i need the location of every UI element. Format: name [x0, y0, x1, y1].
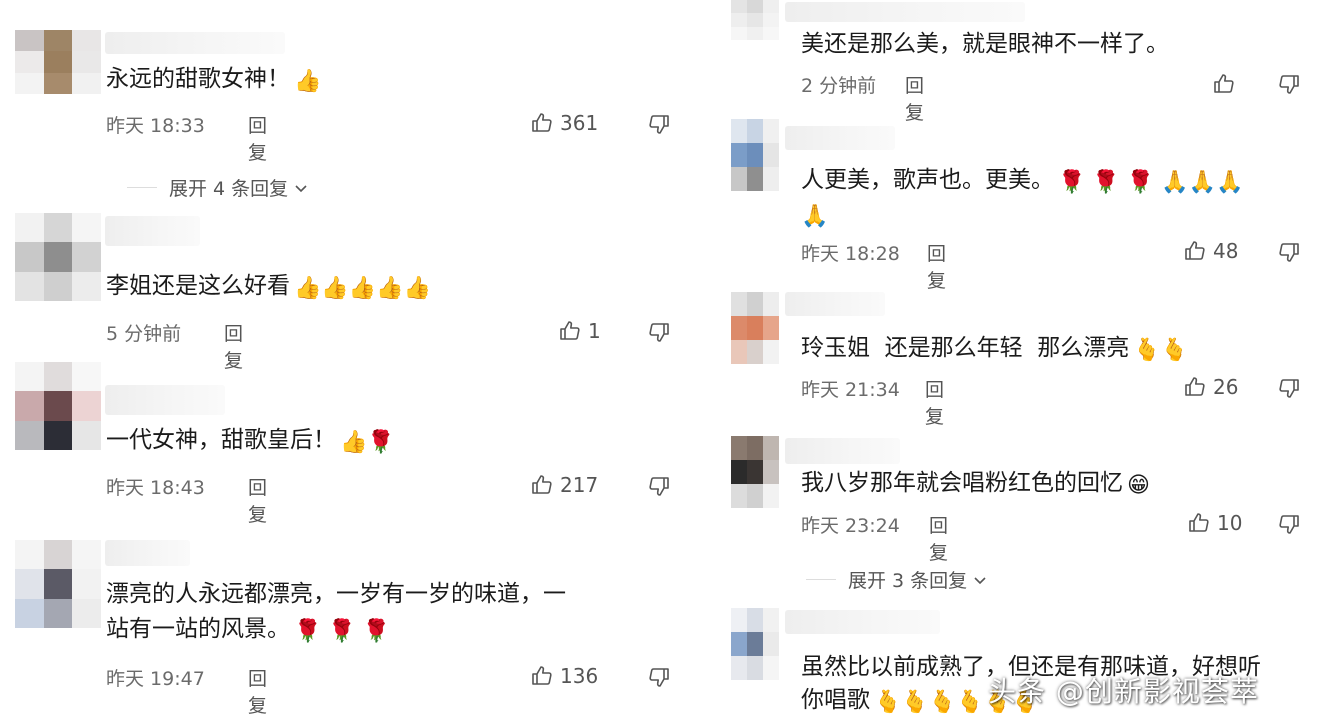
- thumb-up-icon: [1185, 241, 1205, 260]
- comment-time: 昨天 23:24: [801, 515, 900, 537]
- thumb-down-icon[interactable]: [647, 112, 671, 136]
- prayer-emoji: 🙏: [801, 204, 829, 229]
- username-blurred[interactable]: [785, 2, 1025, 22]
- comment-text: 我八岁那年就会唱粉红色的回忆 😁: [801, 465, 1150, 504]
- rose-emoji: 🌹 🌹 🌹: [294, 619, 391, 644]
- comment-text: 人更美，歌声也。更美。 🌹 🌹 🌹 🙏🙏🙏: [801, 162, 1243, 201]
- avatar[interactable]: [731, 608, 779, 680]
- avatar[interactable]: [731, 0, 779, 40]
- like-button[interactable]: 26: [1183, 375, 1238, 399]
- like-button[interactable]: 1: [558, 319, 601, 343]
- like-count: 1: [588, 319, 601, 343]
- comment-time: 昨天 18:33: [106, 115, 205, 137]
- thumb-up-icon: [560, 321, 580, 340]
- avatar[interactable]: [15, 540, 101, 628]
- reply-button[interactable]: 回复: [905, 71, 924, 125]
- reply-button[interactable]: 回复: [248, 111, 267, 165]
- like-button[interactable]: 361: [530, 111, 598, 135]
- username-blurred[interactable]: [785, 438, 900, 464]
- comment-text: 一代女神，甜歌皇后！ 👍🌹: [106, 422, 395, 461]
- reply-button[interactable]: 回复: [248, 664, 267, 718]
- avatar[interactable]: [731, 119, 779, 191]
- thumb-up-icon: [532, 666, 552, 685]
- grin-emoji: 😁: [1127, 473, 1150, 498]
- comment-time: 昨天 19:47: [106, 668, 205, 690]
- like-button[interactable]: 217: [530, 473, 598, 497]
- comment-time: 昨天 18:28: [801, 243, 900, 265]
- username-blurred[interactable]: [105, 32, 285, 54]
- reply-button[interactable]: 回复: [925, 375, 944, 429]
- reply-button[interactable]: 回复: [224, 319, 243, 373]
- comment-text: 李姐还是这么好看 👍👍👍👍👍: [106, 268, 431, 307]
- finger-heart-emoji: 🫰🫰: [1133, 338, 1189, 363]
- chevron-down-icon: [295, 184, 307, 192]
- like-button[interactable]: 48: [1183, 239, 1238, 263]
- thumb-down-icon[interactable]: [647, 665, 671, 689]
- username-blurred[interactable]: [785, 126, 895, 150]
- expand-replies-button[interactable]: 展开 3 条回复: [806, 566, 989, 593]
- expand-replies-label: 展开 3 条回复: [848, 570, 968, 592]
- comment-time: 昨天 18:43: [106, 477, 205, 499]
- watermark: 头条 @创新影视荟萃: [988, 675, 1259, 708]
- username-blurred[interactable]: [105, 385, 225, 415]
- divider: [127, 187, 157, 188]
- like-count: 361: [560, 111, 599, 135]
- comment-time: 2 分钟前: [801, 75, 877, 97]
- thumb-up-icon: [1185, 377, 1205, 396]
- expand-replies-label: 展开 4 条回复: [169, 178, 289, 200]
- thumb-up-icon: [532, 475, 552, 494]
- comment-text: 玲玉姐 还是那么年轻 那么漂亮 🫰🫰: [801, 330, 1188, 369]
- comment-text-line-1: 漂亮的人永远都漂亮，一岁有一岁的味道，一: [106, 581, 566, 607]
- comment-time: 5 分钟前: [106, 323, 182, 345]
- avatar[interactable]: [731, 292, 779, 364]
- thumb-down-icon[interactable]: [647, 320, 671, 344]
- username-blurred[interactable]: [105, 540, 190, 566]
- like-count: 48: [1213, 239, 1239, 263]
- comment-text: 美还是那么美，就是眼神不一样了。: [801, 31, 1169, 57]
- thumb-down-icon[interactable]: [1277, 376, 1301, 400]
- thumbs-up-emoji: 👍👍👍👍👍: [294, 276, 431, 301]
- reply-button[interactable]: 回复: [927, 239, 946, 293]
- like-count: 136: [560, 664, 599, 688]
- like-button[interactable]: 136: [530, 664, 598, 688]
- thumbs-up-emoji: 👍: [294, 69, 322, 94]
- rose-prayer-emoji: 🌹 🌹 🌹 🙏🙏🙏: [1058, 170, 1244, 195]
- comment-text: 永远的甜歌女神！ 👍: [106, 61, 321, 100]
- comment-time: 昨天 21:34: [801, 379, 900, 401]
- thumb-up-icon: [1189, 513, 1209, 532]
- avatar[interactable]: [15, 213, 101, 301]
- thumb-up-icon[interactable]: [1212, 72, 1236, 96]
- avatar[interactable]: [15, 362, 101, 450]
- thumb-down-icon[interactable]: [1277, 72, 1301, 96]
- reply-button[interactable]: 回复: [248, 473, 267, 527]
- avatar[interactable]: [15, 30, 101, 94]
- emoji: 👍🌹: [340, 430, 395, 455]
- username-blurred[interactable]: [785, 292, 885, 316]
- thumb-down-icon[interactable]: [647, 474, 671, 498]
- like-button[interactable]: 10: [1187, 511, 1242, 535]
- avatar[interactable]: [731, 436, 779, 508]
- reply-button[interactable]: 回复: [929, 511, 948, 565]
- comment-text-line-2: 站有一站的风景。 🌹 🌹 🌹: [106, 611, 390, 650]
- like-count: 217: [560, 473, 599, 497]
- thumb-up-icon: [532, 113, 552, 132]
- like-count: 26: [1213, 375, 1239, 399]
- username-blurred[interactable]: [785, 610, 940, 634]
- like-count: 10: [1217, 511, 1243, 535]
- username-blurred[interactable]: [105, 216, 200, 246]
- expand-replies-button[interactable]: 展开 4 条回复: [127, 174, 310, 201]
- chevron-down-icon: [974, 576, 986, 584]
- thumb-down-icon[interactable]: [1277, 512, 1301, 536]
- divider: [806, 579, 836, 580]
- thumb-down-icon[interactable]: [1277, 240, 1301, 264]
- comment-text-line-2: 🙏: [801, 196, 828, 235]
